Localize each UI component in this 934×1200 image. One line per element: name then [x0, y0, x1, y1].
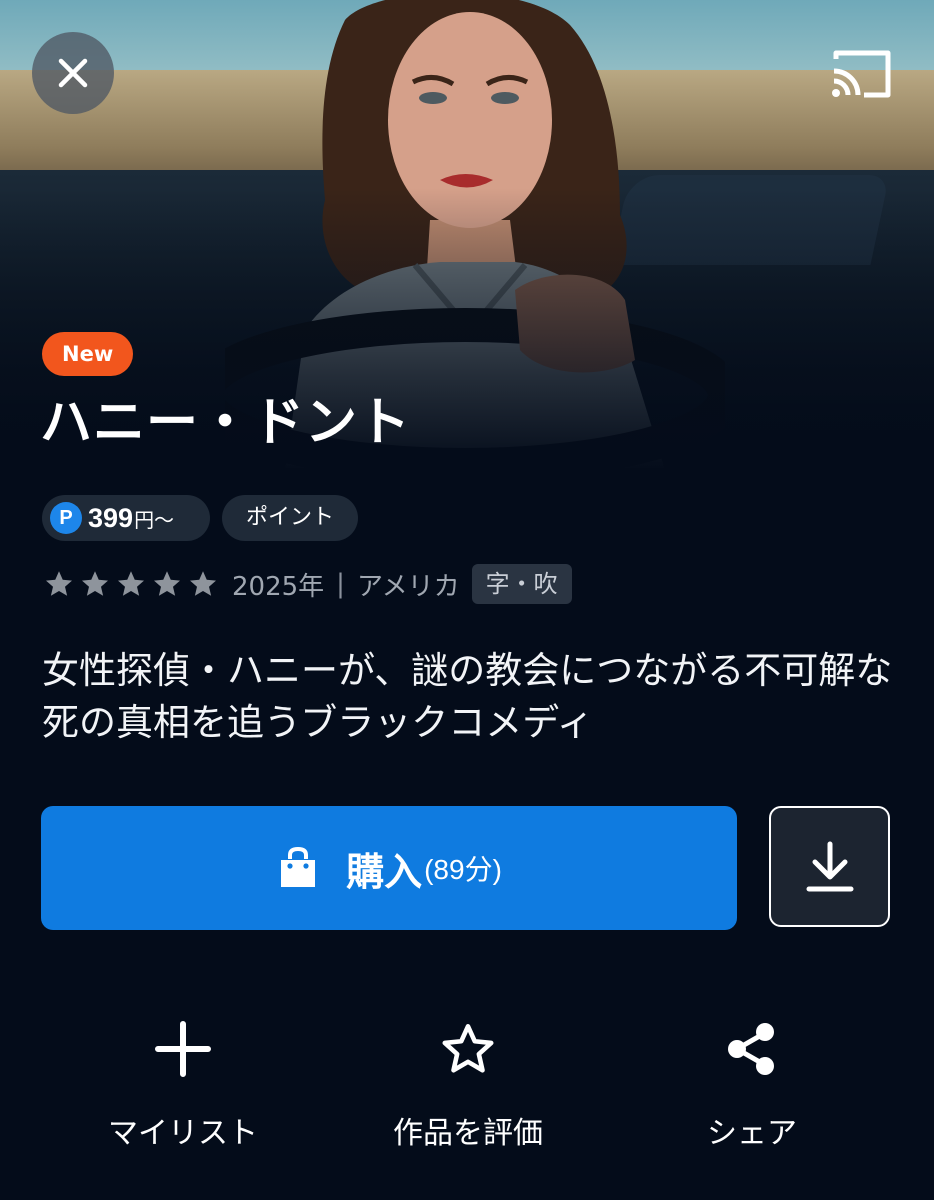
purchase-button[interactable]: 購入 (89分): [41, 806, 737, 930]
language-tag: 字・吹: [471, 564, 572, 604]
rate-label: 作品を評価: [393, 1116, 543, 1151]
shopping-bag-icon: [281, 846, 316, 887]
payment-tag: ポイント: [222, 495, 358, 541]
country: アメリカ: [356, 571, 460, 602]
close-button[interactable]: [32, 32, 114, 114]
download-button[interactable]: [769, 806, 890, 927]
star-icon: [46, 571, 72, 596]
meta-row: 2025年 | アメリカ 字・吹: [44, 562, 572, 606]
star-icon: [82, 571, 108, 596]
purchase-duration: (89分): [424, 854, 502, 885]
point-icon: P: [50, 502, 82, 534]
release-year: 2025年: [232, 571, 325, 602]
new-badge: New: [42, 332, 134, 376]
cast-icon[interactable]: [826, 45, 896, 101]
price-amount: 399: [88, 502, 134, 533]
star-icon: [154, 571, 180, 596]
share-label: シェア: [707, 1116, 797, 1151]
meta-separator: |: [336, 569, 345, 599]
plus-icon: [155, 1021, 211, 1077]
star-icon: [118, 571, 144, 596]
price-unit: 円〜: [134, 507, 175, 532]
star-icon: [190, 571, 216, 596]
price-badge: P 399 円〜: [42, 495, 210, 541]
rating-stars: [44, 569, 218, 599]
star-outline-icon: [442, 1023, 494, 1073]
download-icon: [806, 841, 853, 891]
close-icon: [58, 58, 88, 88]
mylist-button[interactable]: マイリスト: [63, 1020, 303, 1152]
page-title: ハニー・ドント: [40, 393, 412, 453]
share-icon: [728, 1023, 774, 1075]
synopsis: 女性探偵・ハニーが、謎の教会につながる不可解な死の真相を追うブラックコメディ: [42, 649, 893, 744]
mylist-label: マイリスト: [108, 1116, 258, 1151]
share-button[interactable]: シェア: [632, 1020, 872, 1152]
purchase-label: 購入: [346, 849, 423, 894]
rate-button[interactable]: 作品を評価: [348, 1020, 588, 1152]
